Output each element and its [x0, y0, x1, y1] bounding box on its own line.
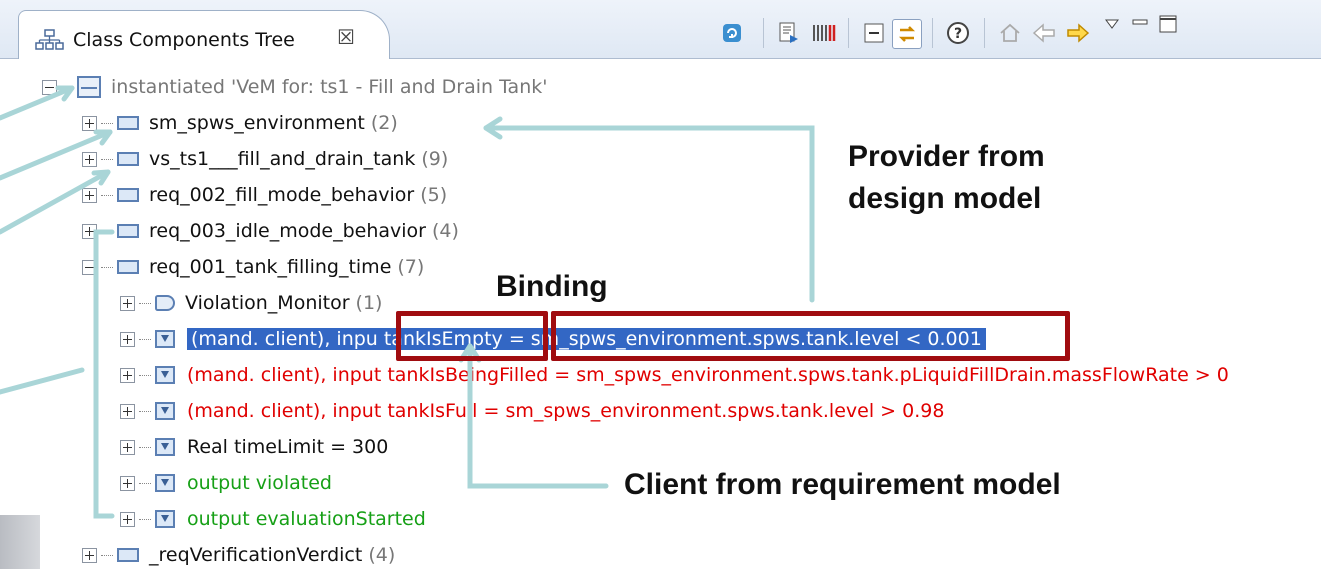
provider-annotation: Provider from design model: [848, 140, 1045, 215]
binding-annotation: Binding: [496, 270, 608, 303]
client-highlight-box: [396, 311, 548, 361]
client-annotation: Client from requirement model: [624, 468, 1061, 501]
provider-highlight-box: [551, 311, 1070, 361]
